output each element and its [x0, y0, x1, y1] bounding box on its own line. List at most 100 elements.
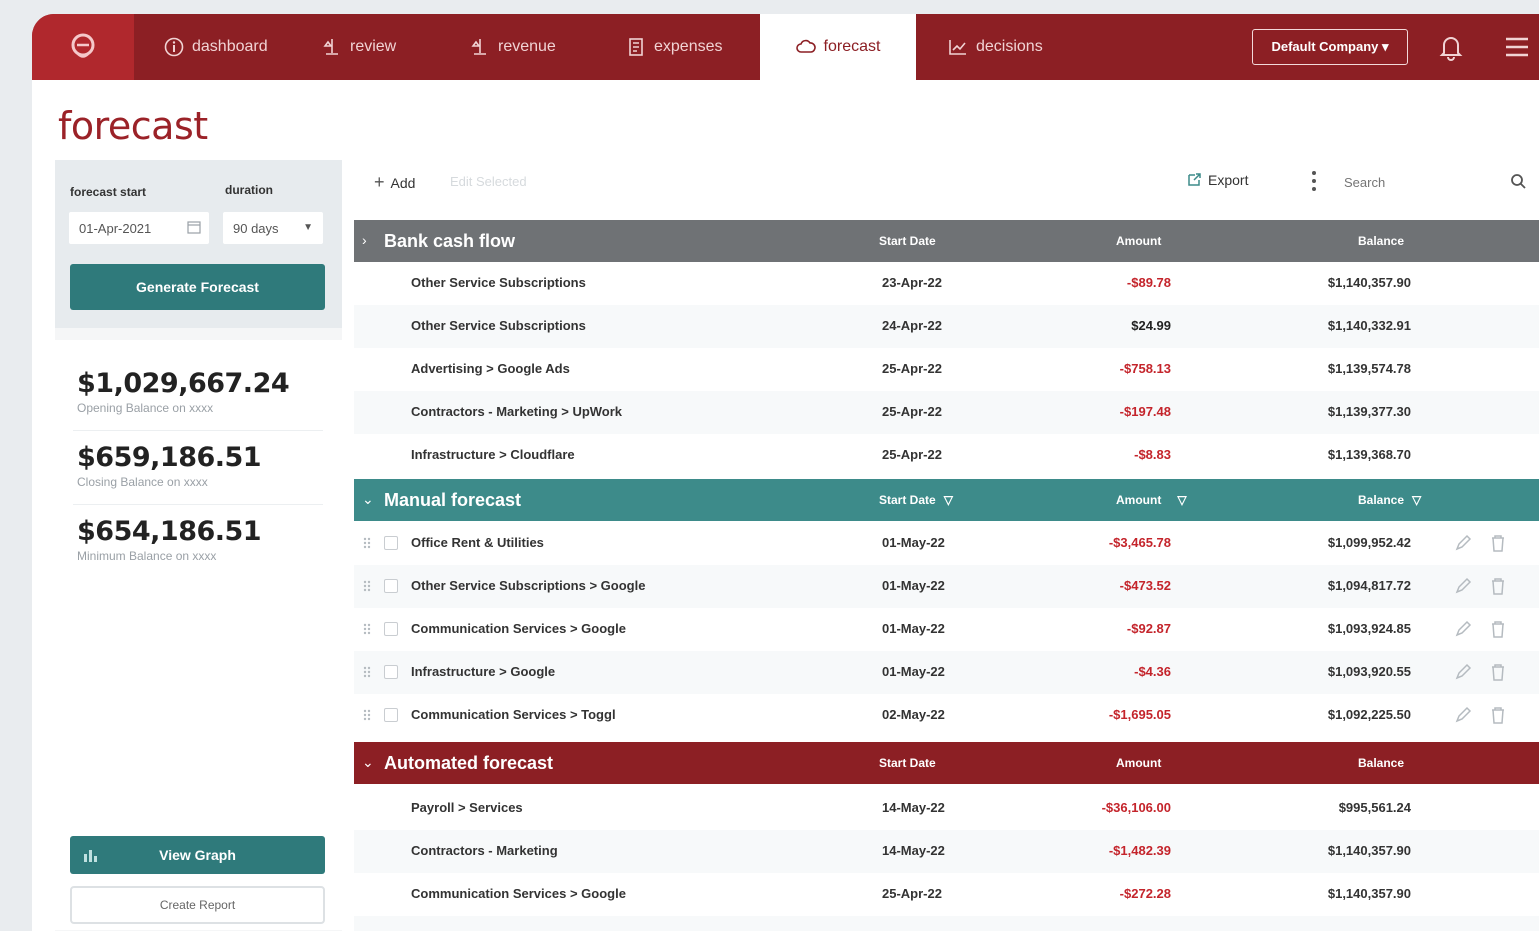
row-balance: $1,139,377.30	[1327, 404, 1411, 419]
nav-forecast[interactable]: forecast	[760, 14, 916, 80]
receipt-icon	[629, 38, 643, 56]
section-header-automated-forecast[interactable]: ⌄ Automated forecast Start Date Amount B…	[354, 742, 1539, 784]
nav-decisions[interactable]: decisions	[916, 14, 1076, 80]
col-amount[interactable]: Amount ▽	[1116, 493, 1187, 507]
pencil-icon[interactable]	[1454, 663, 1472, 681]
duration-select[interactable]: 90 days ▼	[223, 212, 323, 244]
drag-handle-icon[interactable]	[362, 536, 372, 550]
pencil-icon[interactable]	[1454, 534, 1472, 552]
divider	[73, 504, 323, 505]
scale-icon	[471, 39, 486, 55]
generate-forecast-button[interactable]: Generate Forecast	[70, 264, 325, 310]
pencil-icon[interactable]	[1454, 577, 1472, 595]
section-header-bank-cash-flow[interactable]: › Bank cash flow Start Date Amount Balan…	[354, 220, 1539, 262]
view-graph-button[interactable]: View Graph	[70, 836, 325, 874]
table-row[interactable]: Contractors - Marketing 14-May-22 -$1,482.…	[354, 830, 1539, 873]
pencil-icon[interactable]	[1454, 706, 1472, 724]
col-balance[interactable]: Balance	[1358, 756, 1404, 770]
chevron-down-icon[interactable]: ⌄	[362, 491, 374, 508]
drag-handle-icon[interactable]	[362, 579, 372, 593]
col-amount[interactable]: Amount	[1116, 234, 1161, 248]
row-checkbox[interactable]	[384, 536, 398, 550]
row-checkbox[interactable]	[384, 708, 398, 722]
company-selector[interactable]: Default Company ▾	[1252, 29, 1408, 65]
trash-icon[interactable]	[1490, 706, 1506, 724]
export-label: Export	[1208, 172, 1249, 188]
nav-expenses[interactable]: expenses	[626, 14, 760, 80]
drag-handle-icon[interactable]	[362, 622, 372, 636]
forecast-start-input[interactable]: 01-Apr-2021	[69, 212, 209, 244]
table-row[interactable]: Other Service Subscriptions 24-Apr-22 $24.…	[354, 305, 1539, 348]
table-row[interactable]: Communication Services > Toggl 02-May-22 -…	[354, 694, 1539, 737]
col-start-date-label: Start Date	[879, 493, 936, 507]
row-start-date: 14-May-22	[882, 843, 945, 858]
cloud-icon	[795, 39, 816, 53]
scale-icon	[323, 39, 338, 55]
nav-review[interactable]: review	[322, 14, 470, 80]
table-row[interactable]: Communication Services > Google 01-May-22…	[354, 608, 1539, 651]
table-row[interactable]: Communication Services > Google 25-Apr-22…	[354, 873, 1539, 916]
row-checkbox[interactable]	[384, 665, 398, 679]
bar-chart-icon	[84, 850, 97, 862]
table-row[interactable]: Contractors - Marketing > UpWork 25-Apr-2…	[354, 391, 1539, 434]
row-start-date: 01-May-22	[882, 621, 945, 636]
row-amount: $24.99	[1131, 318, 1171, 333]
table-row[interactable]: Infrastructure > Google 01-May-22 -$4.36 $1…	[354, 651, 1539, 694]
row-balance: $1,093,924.85	[1327, 621, 1411, 636]
trash-icon[interactable]	[1490, 663, 1506, 681]
create-report-button[interactable]: Create Report	[70, 886, 325, 924]
col-amount[interactable]: Amount	[1116, 756, 1161, 770]
row-amount: -$758.13	[1119, 361, 1171, 376]
app-logo[interactable]	[32, 14, 134, 80]
trash-icon[interactable]	[1490, 577, 1506, 595]
col-start-date[interactable]: Start Date ▽	[879, 493, 953, 507]
table-row[interactable]: Other Service Subscriptions > Google 01-M…	[354, 565, 1539, 608]
filter-icon[interactable]: ▽	[944, 493, 953, 507]
chevron-down-icon[interactable]: ⌄	[362, 754, 374, 771]
row-balance: $1,099,952.42	[1327, 535, 1411, 550]
row-description: Communication Services > Toggl	[411, 707, 616, 722]
col-start-date[interactable]: Start Date	[879, 234, 936, 248]
trash-icon[interactable]	[1490, 620, 1506, 638]
nav-dashboard-label: dashboard	[192, 38, 268, 55]
table-row[interactable]: Payroll > Services 14-May-22 -$36,106.00 $9…	[354, 787, 1539, 830]
table-row[interactable]: Advertising > Google Ads 25-Apr-22 -$758.1…	[354, 348, 1539, 391]
row-amount: -$197.48	[1119, 404, 1171, 419]
section-header-manual-forecast[interactable]: ⌄ Manual forecast Start Date ▽ Amount ▽ Ba…	[354, 479, 1539, 521]
filter-icon[interactable]: ▽	[1177, 493, 1186, 507]
table-toolbar: + Add Edit Selected Export	[354, 160, 1539, 204]
export-button[interactable]: Export	[1186, 172, 1248, 188]
col-balance[interactable]: Balance ▽	[1358, 493, 1421, 507]
calendar-icon[interactable]	[187, 220, 201, 234]
search-input[interactable]	[1344, 170, 1514, 194]
row-description: Communication Services > Google	[411, 886, 626, 901]
table-row[interactable]: Infrastructure > Google25-Apr-22-$4.36$1…	[354, 916, 1539, 931]
filter-icon[interactable]: ▽	[1412, 493, 1421, 507]
table-row[interactable]: Other Service Subscriptions 23-Apr-22 -$89…	[354, 262, 1539, 305]
col-start-date[interactable]: Start Date	[879, 756, 936, 770]
minimum-balance-label: Minimum Balance on xxxx	[77, 549, 217, 563]
hamburger-menu-icon[interactable]	[1504, 34, 1530, 60]
table-row[interactable]: Office Rent & Utilities 01-May-22 -$3,465.…	[354, 522, 1539, 565]
nav-dashboard[interactable]: dashboard	[164, 14, 324, 80]
pencil-icon[interactable]	[1454, 620, 1472, 638]
add-button[interactable]: + Add	[374, 172, 415, 193]
row-start-date: 25-Apr-22	[882, 404, 942, 419]
drag-handle-icon[interactable]	[362, 665, 372, 679]
row-balance: $995,561.24	[1338, 800, 1411, 815]
row-checkbox[interactable]	[384, 579, 398, 593]
drag-handle-icon[interactable]	[362, 708, 372, 722]
row-checkbox[interactable]	[384, 622, 398, 636]
search-icon[interactable]	[1510, 173, 1526, 189]
bell-icon[interactable]	[1436, 32, 1466, 62]
edit-selected-button[interactable]: Edit Selected	[450, 174, 527, 189]
table-row[interactable]: Infrastructure > Cloudflare 25-Apr-22 -$8.…	[354, 434, 1539, 477]
minimum-balance-amount: $654,186.51	[77, 516, 262, 547]
nav-revenue[interactable]: revenue	[470, 14, 626, 80]
trash-icon[interactable]	[1490, 534, 1506, 552]
chevron-right-icon[interactable]: ›	[362, 232, 367, 248]
row-description: Office Rent & Utilities	[411, 535, 544, 550]
more-options-icon[interactable]	[1309, 168, 1319, 194]
plus-icon: +	[374, 172, 385, 192]
col-balance[interactable]: Balance	[1358, 234, 1404, 248]
